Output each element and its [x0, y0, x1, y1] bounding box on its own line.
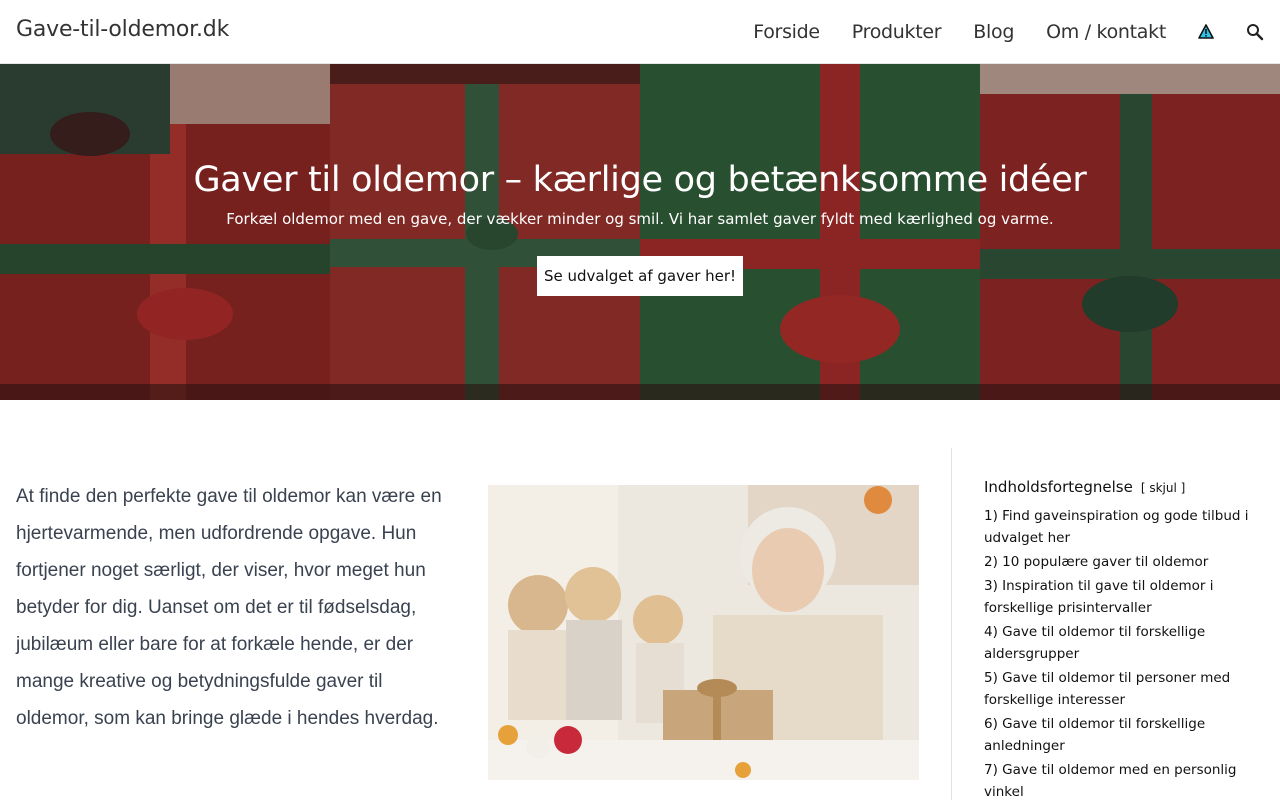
toc-item[interactable]: 6) Gave til oldemor til forskellige anle…: [984, 713, 1269, 757]
hero-banner: Gaver til oldemor – kærlige og betænksom…: [0, 64, 1280, 400]
site-header: Gave-til-oldemor.dk Forside Produkter Bl…: [0, 0, 1280, 64]
toc-item[interactable]: 3) Inspiration til gave til oldemor i fo…: [984, 575, 1269, 619]
nav-item-om-kontakt[interactable]: Om / kontakt: [1046, 21, 1166, 43]
toc-item[interactable]: 5) Gave til oldemor til personer med for…: [984, 667, 1269, 711]
toc-item[interactable]: 7) Gave til oldemor med en personlig vin…: [984, 759, 1269, 803]
site-logo[interactable]: Gave-til-oldemor.dk: [16, 17, 229, 42]
warning-triangle-icon[interactable]: [1198, 24, 1214, 39]
sidebar-divider: [951, 448, 952, 800]
intro-paragraph: At finde den perfekte gave til oldemor k…: [16, 486, 442, 729]
nav-item-produkter[interactable]: Produkter: [852, 21, 942, 43]
nav-item-blog[interactable]: Blog: [973, 21, 1014, 43]
toc-header: Indholdsfortegnelse [ skjul ]: [984, 478, 1269, 496]
toc-item[interactable]: 2) 10 populære gaver til oldemor: [984, 551, 1269, 573]
toc-hide-toggle[interactable]: [ skjul ]: [1141, 481, 1185, 495]
hero-cta-button[interactable]: Se udvalget af gaver her!: [537, 256, 743, 296]
hero-title: Gaver til oldemor – kærlige og betænksom…: [193, 160, 1087, 200]
table-of-contents: Indholdsfortegnelse [ skjul ] 1) Find ga…: [984, 478, 1269, 805]
toc-title: Indholdsfortegnelse: [984, 478, 1133, 496]
grandmother-gift-photo: [488, 485, 919, 780]
toc-item[interactable]: 4) Gave til oldemor til forskellige alde…: [984, 621, 1269, 665]
hero-subtitle: Forkæl oldemor med en gave, der vækker m…: [226, 210, 1054, 228]
search-icon[interactable]: [1246, 23, 1264, 41]
toc-item[interactable]: 1) Find gaveinspiration og gode tilbud i…: [984, 505, 1269, 549]
toc-list: 1) Find gaveinspiration og gode tilbud i…: [984, 505, 1269, 803]
nav-item-forside[interactable]: Forside: [753, 21, 820, 43]
main-nav: Forside Produkter Blog Om / kontakt: [721, 0, 1264, 63]
